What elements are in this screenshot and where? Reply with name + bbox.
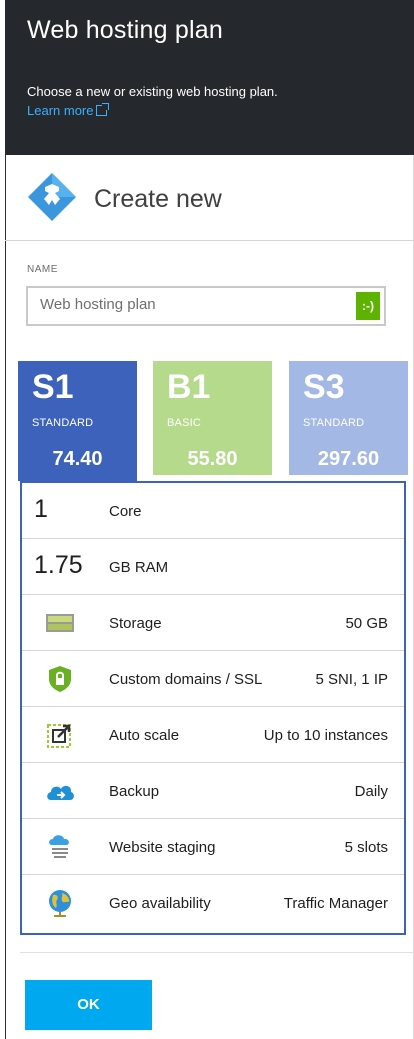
name-input[interactable] [40, 296, 340, 313]
tier-features-panel: 1 Core 1.75 GB RAM Storage 50 GB Custom … [20, 481, 406, 935]
description-text: Choose a new or existing web hosting pla… [27, 84, 278, 99]
tier-code: S1 [32, 368, 74, 406]
web-hosting-plan-logo-icon [28, 173, 76, 221]
feature-label: Core [109, 503, 142, 520]
blade-header: Web hosting plan Choose a new or existin… [5, 0, 414, 155]
feature-row-ram: 1.75 GB RAM [22, 539, 404, 595]
external-link-icon [96, 103, 110, 116]
feature-big-value: 1.75 [34, 551, 83, 579]
tier-price: 55.80 [187, 448, 238, 470]
tier-name: STANDARD [303, 417, 365, 429]
tier-s1-card[interactable]: S1 STANDARD 74.40 [18, 361, 137, 481]
footer-divider [20, 952, 414, 953]
feature-label: GB RAM [109, 559, 169, 576]
feature-value: Daily [354, 783, 388, 800]
tier-price: 74.40 [52, 448, 103, 470]
feature-label: Custom domains / SSL [109, 671, 263, 688]
create-new-option[interactable]: Create new [5, 155, 414, 241]
name-field-label: NAME [27, 264, 58, 275]
tier-price: 297.60 [317, 448, 380, 470]
feature-value: 5 SNI, 1 IP [315, 671, 388, 688]
learn-more-label: Learn more [27, 103, 94, 118]
feature-row-autoscale: Auto scale Up to 10 instances [22, 707, 404, 763]
tier-code: S3 [303, 368, 345, 406]
ok-button[interactable]: OK [25, 980, 152, 1030]
tier-name: STANDARD [32, 417, 94, 429]
autoscale-icon [47, 724, 71, 748]
feature-label: Auto scale [109, 727, 180, 744]
pricing-tiers: S1 STANDARD 74.40 B1 BASIC 55.80 S3 STAN… [18, 361, 408, 481]
backup-cloud-icon [47, 785, 74, 800]
valid-smiley-icon: :-) [356, 292, 380, 320]
feature-row-staging: Website staging 5 slots [22, 819, 404, 875]
feature-row-storage: Storage 50 GB [22, 595, 404, 651]
tier-s3-card[interactable]: S3 STANDARD 297.60 [289, 361, 408, 475]
feature-big-value: 1 [34, 495, 48, 523]
feature-label: Website staging [109, 839, 216, 856]
blade-title: Web hosting plan [27, 16, 223, 44]
feature-label: Geo availability [109, 895, 211, 912]
ssl-shield-icon [49, 666, 71, 692]
name-field-container: :-) [26, 286, 386, 326]
feature-value: Up to 10 instances [263, 727, 388, 744]
blade-description: Choose a new or existing web hosting pla… [27, 82, 307, 120]
feature-label: Backup [109, 783, 160, 800]
staging-icon [49, 835, 69, 858]
storage-icon [46, 614, 74, 632]
tier-b1-card[interactable]: B1 BASIC 55.80 [153, 361, 272, 475]
globe-icon [49, 890, 71, 917]
feature-row-core: 1 Core [22, 483, 404, 539]
feature-row-geo: Geo availability Traffic Manager [22, 875, 404, 931]
create-new-label: Create new [94, 185, 222, 213]
feature-row-ssl: Custom domains / SSL 5 SNI, 1 IP [22, 651, 404, 707]
tier-code: B1 [167, 368, 211, 406]
feature-value: 5 slots [344, 839, 388, 856]
tier-name: BASIC [167, 417, 202, 429]
feature-row-backup: Backup Daily [22, 763, 404, 819]
feature-value: Traffic Manager [283, 895, 388, 912]
learn-more-link[interactable]: Learn more [27, 103, 110, 118]
feature-value: 50 GB [345, 615, 388, 632]
feature-label: Storage [109, 615, 162, 632]
